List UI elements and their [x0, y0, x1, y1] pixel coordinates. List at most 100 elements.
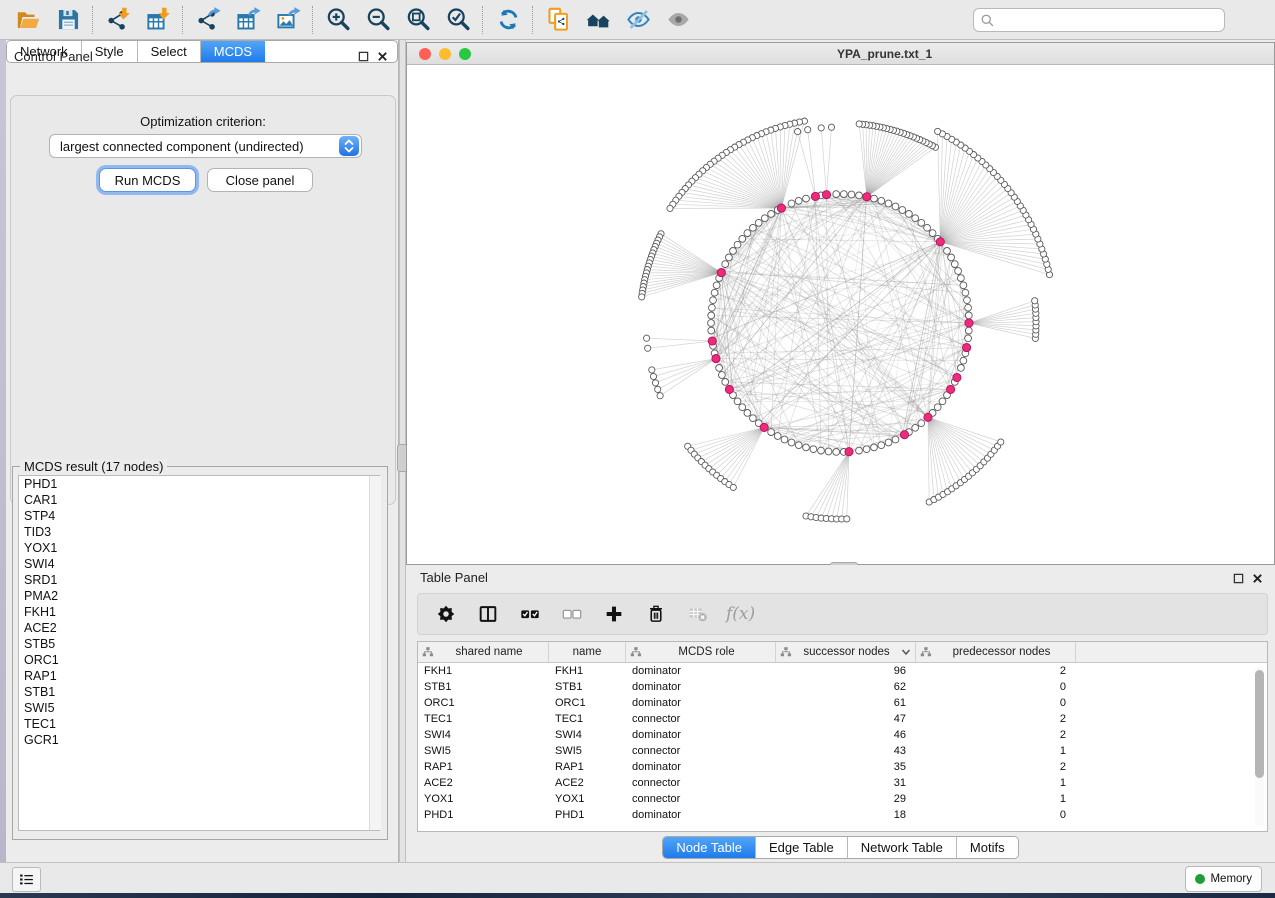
table-cell: SWI4: [418, 729, 549, 741]
mcds-node-item[interactable]: STB1: [19, 684, 379, 700]
tab-motifs[interactable]: Motifs: [957, 837, 1018, 858]
table-cell: PHD1: [418, 809, 549, 821]
search-box[interactable]: [973, 8, 1225, 32]
table-row[interactable]: ACE2ACE2connector311: [418, 775, 1267, 791]
table-scrollbar[interactable]: [1255, 666, 1264, 826]
window-close-button[interactable]: [419, 48, 431, 60]
table-row[interactable]: RAP1RAP1dominator352: [418, 759, 1267, 775]
zoom-out-icon[interactable]: [358, 3, 398, 37]
export-image-icon[interactable]: [268, 3, 308, 37]
refresh-icon[interactable]: [488, 3, 528, 37]
table-cell: ORC1: [418, 697, 549, 709]
network-graph[interactable]: [407, 65, 1274, 564]
mcds-node-item[interactable]: GCR1: [19, 732, 379, 748]
hide-selected-icon[interactable]: [618, 3, 658, 37]
mcds-node-item[interactable]: ORC1: [19, 652, 379, 668]
zoom-in-icon[interactable]: [318, 3, 358, 37]
table-row[interactable]: FKH1FKH1dominator962: [418, 663, 1267, 679]
select-all-icon[interactable]: [516, 600, 544, 628]
column-header-successor-nodes[interactable]: successor nodes: [776, 642, 916, 662]
export-network-icon[interactable]: [188, 3, 228, 37]
table-cell: SWI4: [549, 729, 626, 741]
mcds-result-group: MCDS result (17 nodes) PHD1CAR1STP4TID3Y…: [12, 466, 388, 840]
mcds-node-item[interactable]: TID3: [19, 524, 379, 540]
tab-node-table[interactable]: Node Table: [663, 837, 756, 858]
network-window-titlebar[interactable]: YPA_prune.txt_1: [407, 43, 1274, 65]
mcds-node-item[interactable]: SRD1: [19, 572, 379, 588]
tab-select[interactable]: Select: [138, 41, 201, 62]
mcds-node-item[interactable]: YOX1: [19, 540, 379, 556]
optimization-criterion-select[interactable]: largest connected component (undirected): [49, 134, 362, 158]
control-panel-title: Control Panel: [14, 49, 93, 64]
table-cell: 0: [916, 809, 1076, 821]
close-panel-icon[interactable]: [377, 49, 388, 67]
run-mcds-button[interactable]: Run MCDS: [99, 168, 196, 192]
mcds-list-scrollbar[interactable]: [369, 476, 381, 830]
mcds-node-item[interactable]: RAP1: [19, 668, 379, 684]
show-columns-icon[interactable]: [474, 600, 502, 628]
float-panel-icon[interactable]: [1233, 571, 1244, 589]
memory-button[interactable]: Memory: [1185, 866, 1262, 892]
table-row[interactable]: SWI4SWI4dominator462: [418, 727, 1267, 743]
save-session-icon[interactable]: [48, 3, 88, 37]
table-type-tabs: Node TableEdge TableNetwork TableMotifs: [406, 836, 1275, 859]
mcds-node-item[interactable]: SWI5: [19, 700, 379, 716]
network-canvas[interactable]: [407, 65, 1274, 564]
table-row[interactable]: TEC1TEC1connector472: [418, 711, 1267, 727]
toolbar-separator: [532, 6, 534, 34]
delete-column-icon[interactable]: [642, 600, 670, 628]
table-cell: 61: [776, 697, 916, 709]
import-table-icon[interactable]: [138, 3, 178, 37]
show-all-icon[interactable]: [658, 3, 698, 37]
sort-desc-icon: [901, 648, 911, 656]
mcds-node-item[interactable]: STB5: [19, 636, 379, 652]
mcds-node-item[interactable]: ACE2: [19, 620, 379, 636]
add-column-icon[interactable]: [600, 600, 628, 628]
open-file-icon[interactable]: [8, 3, 48, 37]
duplicate-network-icon[interactable]: [538, 3, 578, 37]
window-zoom-button[interactable]: [459, 48, 471, 60]
table-header-row: shared namenameMCDS rolesuccessor nodesp…: [418, 642, 1267, 663]
column-header-name[interactable]: name: [549, 642, 626, 662]
tab-network-table[interactable]: Network Table: [848, 837, 957, 858]
mcds-node-item[interactable]: FKH1: [19, 604, 379, 620]
mcds-node-item[interactable]: CAR1: [19, 492, 379, 508]
mcds-node-item[interactable]: PHD1: [19, 476, 379, 492]
task-history-button[interactable]: [12, 867, 41, 892]
table-cell: dominator: [626, 761, 776, 773]
table-cell: YOX1: [549, 793, 626, 805]
zoom-fit-icon[interactable]: [398, 3, 438, 37]
table-settings-gear-icon[interactable]: [432, 600, 460, 628]
table-cell: connector: [626, 713, 776, 725]
table-row[interactable]: YOX1YOX1connector291: [418, 791, 1267, 807]
column-header-predecessor-nodes[interactable]: predecessor nodes: [916, 642, 1076, 662]
table-row[interactable]: ORC1ORC1dominator610: [418, 695, 1267, 711]
import-network-icon[interactable]: [98, 3, 138, 37]
network-overview-icon[interactable]: [578, 3, 618, 37]
close-panel-icon[interactable]: [1252, 571, 1263, 589]
table-cell: TEC1: [549, 713, 626, 725]
table-row[interactable]: STB1STB1dominator620: [418, 679, 1267, 695]
deselect-all-icon[interactable]: [558, 600, 586, 628]
table-cell: ACE2: [549, 777, 626, 789]
table-row[interactable]: PHD1PHD1dominator180: [418, 807, 1267, 823]
search-input[interactable]: [995, 12, 1218, 28]
column-header-shared-name[interactable]: shared name: [418, 642, 549, 662]
mcds-node-item[interactable]: STP4: [19, 508, 379, 524]
window-minimize-button[interactable]: [439, 48, 451, 60]
zoom-selected-icon[interactable]: [438, 3, 478, 37]
float-panel-icon[interactable]: [358, 49, 369, 67]
export-table-icon[interactable]: [228, 3, 268, 37]
table-row[interactable]: SWI5SWI5connector431: [418, 743, 1267, 759]
table-cell: YOX1: [418, 793, 549, 805]
tab-mcds[interactable]: MCDS: [201, 41, 265, 62]
tab-edge-table[interactable]: Edge Table: [756, 837, 848, 858]
close-panel-button[interactable]: Close panel: [207, 168, 313, 192]
mcds-node-item[interactable]: SWI4: [19, 556, 379, 572]
mcds-node-item[interactable]: PMA2: [19, 588, 379, 604]
column-header-MCDS-role[interactable]: MCDS role: [626, 642, 776, 662]
list-icon: [18, 872, 35, 887]
table-scrollbar-thumb[interactable]: [1255, 670, 1264, 778]
mcds-result-list[interactable]: PHD1CAR1STP4TID3YOX1SWI4SRD1PMA2FKH1ACE2…: [18, 475, 380, 831]
mcds-node-item[interactable]: TEC1: [19, 716, 379, 732]
